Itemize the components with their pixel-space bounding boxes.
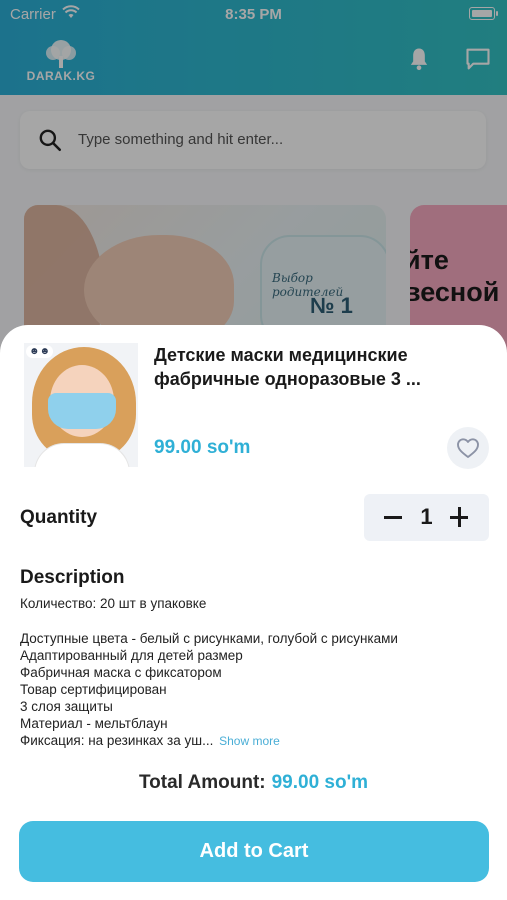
total-value: 99.00 so'm — [271, 772, 369, 793]
decrease-quantity-button[interactable] — [382, 505, 404, 529]
product-brand-badge-icon: ☻☻ — [26, 345, 54, 358]
product-image: ☻☻ — [24, 343, 138, 467]
description-line: Доступные цвета - белый с рисунками, гол… — [20, 631, 398, 646]
quantity-stepper: 1 — [364, 494, 489, 541]
quantity-value: 1 — [420, 504, 433, 529]
total-label: Total Amount: — [138, 772, 266, 793]
description-first-line: Количество: 20 шт в упаковке — [20, 596, 207, 611]
increase-quantity-button[interactable] — [448, 505, 470, 529]
description-line: Адаптированный для детей размер — [20, 648, 243, 663]
add-to-cart-button[interactable]: Add to Cart — [19, 821, 489, 882]
product-bottom-sheet: ☻☻ Детские маски медицинские фабричные о… — [0, 325, 507, 900]
description-line: Материал - мельтблаун — [20, 716, 168, 731]
heart-outline-icon — [457, 438, 479, 458]
product-title: Детские маски медицинские фабричные одно… — [154, 345, 421, 389]
image-mask — [48, 393, 116, 429]
description-line: Товар сертифицирован — [20, 682, 167, 697]
description-line: 3 слоя защиты — [20, 699, 113, 714]
total-amount: Total Amount: 99.00 so'm — [0, 772, 507, 794]
description-line: Фиксация: на резинках за уш... — [20, 733, 214, 748]
show-more-link[interactable]: Show more — [219, 734, 280, 748]
image-shirt — [34, 443, 130, 467]
description-body: Доступные цвета - белый с рисунками, гол… — [20, 630, 490, 750]
quantity-label: Quantity — [20, 507, 98, 528]
description-title: Description — [20, 567, 125, 588]
favorite-button[interactable] — [447, 427, 489, 469]
description-last-line-wrap: Фиксация: на резинках за уш... Show more — [20, 732, 490, 750]
product-price: 99.00 so'm — [154, 437, 251, 458]
description-line: Фабричная маска с фиксатором — [20, 665, 222, 680]
